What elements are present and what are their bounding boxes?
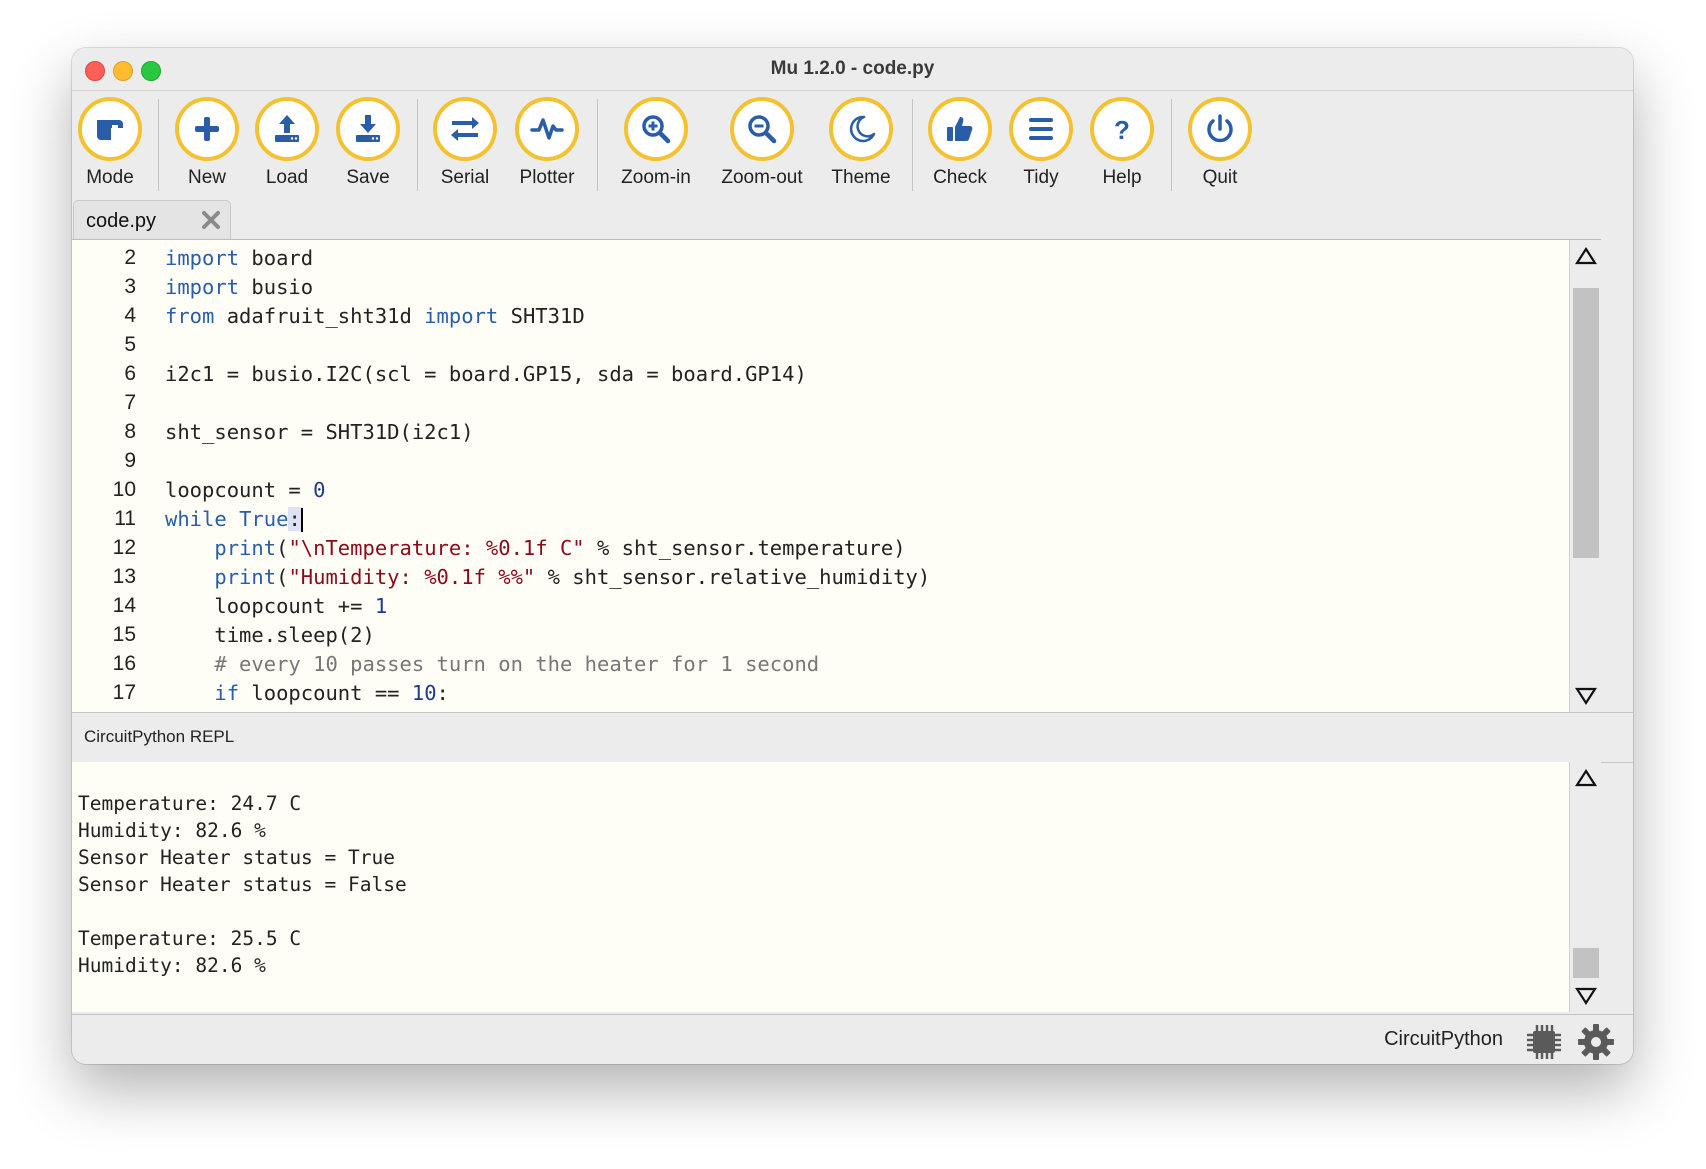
- repl-scroll-up-arrow-icon[interactable]: [1575, 768, 1597, 788]
- line-number: 15: [112, 623, 136, 646]
- code-line: sht_sensor = SHT31D(i2c1): [165, 420, 474, 444]
- question-icon: ?: [1090, 97, 1154, 161]
- chip-icon[interactable]: [1525, 1023, 1563, 1061]
- line-number: 3: [124, 275, 136, 298]
- zoom-in-button-label: Zoom-in: [621, 167, 691, 188]
- line-number: 4: [124, 304, 136, 327]
- mode-button-label: Mode: [86, 167, 134, 188]
- code-line: import board: [165, 246, 314, 270]
- line-number: 8: [124, 420, 136, 443]
- editor-scroll-thumb[interactable]: [1573, 288, 1599, 558]
- window-title: Mu 1.2.0 - code.py: [770, 58, 935, 79]
- line-number: 6: [124, 362, 136, 385]
- zoom-out-button-label: Zoom-out: [721, 167, 803, 188]
- repl-title: CircuitPython REPL: [84, 727, 235, 746]
- code-line: import busio: [165, 275, 314, 299]
- code-line: time.sleep(2): [165, 623, 375, 647]
- line-number: 14: [112, 594, 136, 617]
- plotter-button-label: Plotter: [519, 167, 575, 188]
- code-line: if loopcount == 10:: [214, 681, 449, 705]
- code-line: print("\nTemperature: %0.1f C" % sht_sen…: [214, 536, 906, 560]
- repl-line: Sensor Heater status = True: [78, 846, 395, 869]
- tab-bar: code.py: [72, 198, 1633, 240]
- code-line: while True:: [165, 507, 303, 532]
- pulse-icon: [515, 97, 579, 161]
- scroll-up-arrow-icon[interactable]: [1575, 246, 1597, 266]
- repl-scroll-thumb[interactable]: [1573, 948, 1599, 978]
- tab-code-py[interactable]: code.py: [73, 200, 231, 239]
- repl-line: Temperature: 25.5 C: [78, 927, 302, 950]
- editor-scrollbar[interactable]: [1569, 240, 1601, 712]
- help-button-label: Help: [1102, 167, 1142, 188]
- line-number: 17: [112, 681, 136, 704]
- repl-scrollbar[interactable]: [1569, 762, 1601, 1012]
- repl-scroll-down-arrow-icon[interactable]: [1575, 986, 1597, 1006]
- quit-button[interactable]: Quit: [1170, 97, 1270, 189]
- repl-line: Temperature: 24.7 C: [78, 792, 302, 815]
- tab-name: code.py: [86, 210, 157, 232]
- quit-button-label: Quit: [1202, 167, 1238, 188]
- title-bar: Mu 1.2.0 - code.py: [72, 48, 1633, 91]
- line-number: 2: [124, 246, 136, 269]
- help-button[interactable]: ? Help: [1072, 97, 1172, 189]
- upload-icon: [255, 97, 319, 161]
- line-number: 5: [124, 333, 136, 356]
- toolbar-separator: [597, 99, 598, 191]
- code-line: from adafruit_sht31d import SHT31D: [165, 304, 585, 328]
- code-editor[interactable]: 2 3 4 5 6 7 8 9 10 11 12 13 14 15 16 17 …: [72, 239, 1601, 712]
- line-number: 9: [124, 449, 136, 472]
- repl-line: Sensor Heater status = False: [78, 873, 407, 896]
- repl-line: Humidity: 82.6 %: [78, 954, 266, 977]
- save-button[interactable]: Save: [318, 97, 418, 189]
- zoom-in-icon: [624, 97, 688, 161]
- zoom-in-button[interactable]: Zoom-in: [606, 97, 706, 189]
- line-number: 16: [112, 652, 136, 675]
- repl-header: CircuitPython REPL: [72, 712, 1633, 763]
- line-number: 11: [114, 507, 136, 530]
- download-icon: [336, 97, 400, 161]
- save-button-label: Save: [346, 167, 390, 188]
- plus-icon: [175, 97, 239, 161]
- zoom-out-button[interactable]: Zoom-out: [712, 97, 812, 189]
- code-line: loopcount = 0: [165, 478, 326, 502]
- mu-editor-window: Mu 1.2.0 - code.py Mode New Load Save Se…: [72, 48, 1633, 1064]
- moon-icon: [829, 97, 893, 161]
- mode-icon: [78, 97, 142, 161]
- theme-button[interactable]: Theme: [811, 97, 911, 189]
- line-number: 13: [112, 565, 136, 588]
- zoom-out-icon: [730, 97, 794, 161]
- line-number: 12: [112, 536, 136, 559]
- lines-icon: [1009, 97, 1073, 161]
- scroll-down-arrow-icon[interactable]: [1575, 686, 1597, 706]
- swap-arrows-icon: [433, 97, 497, 161]
- repl-line: Humidity: 82.6 %: [78, 819, 266, 842]
- code-line: i2c1 = busio.I2C(scl = board.GP15, sda =…: [165, 362, 807, 386]
- gear-icon[interactable]: [1577, 1023, 1615, 1061]
- code-line: loopcount += 1: [165, 594, 388, 618]
- current-mode-label: CircuitPython: [1384, 1028, 1503, 1050]
- status-bar: CircuitPython: [72, 1014, 1633, 1064]
- mode-button[interactable]: Mode: [72, 97, 160, 189]
- code-line: print("Humidity: %0.1f %%" % sht_sensor.…: [214, 565, 931, 589]
- theme-button-label: Theme: [831, 167, 891, 188]
- repl-console[interactable]: Temperature: 24.7 C Humidity: 82.6 % Sen…: [72, 762, 1601, 1012]
- line-number-gutter: 2 3 4 5 6 7 8 9 10 11 12 13 14 15 16 17: [72, 240, 152, 712]
- svg-text:?: ?: [1114, 115, 1130, 145]
- plotter-button[interactable]: Plotter: [497, 97, 597, 189]
- line-number: 10: [112, 478, 136, 501]
- code-line-comment: # every 10 passes turn on the heater for…: [165, 652, 820, 676]
- thumbs-up-icon: [928, 97, 992, 161]
- close-tab-icon[interactable]: [201, 210, 221, 230]
- power-icon: [1188, 97, 1252, 161]
- line-number: 7: [124, 391, 136, 414]
